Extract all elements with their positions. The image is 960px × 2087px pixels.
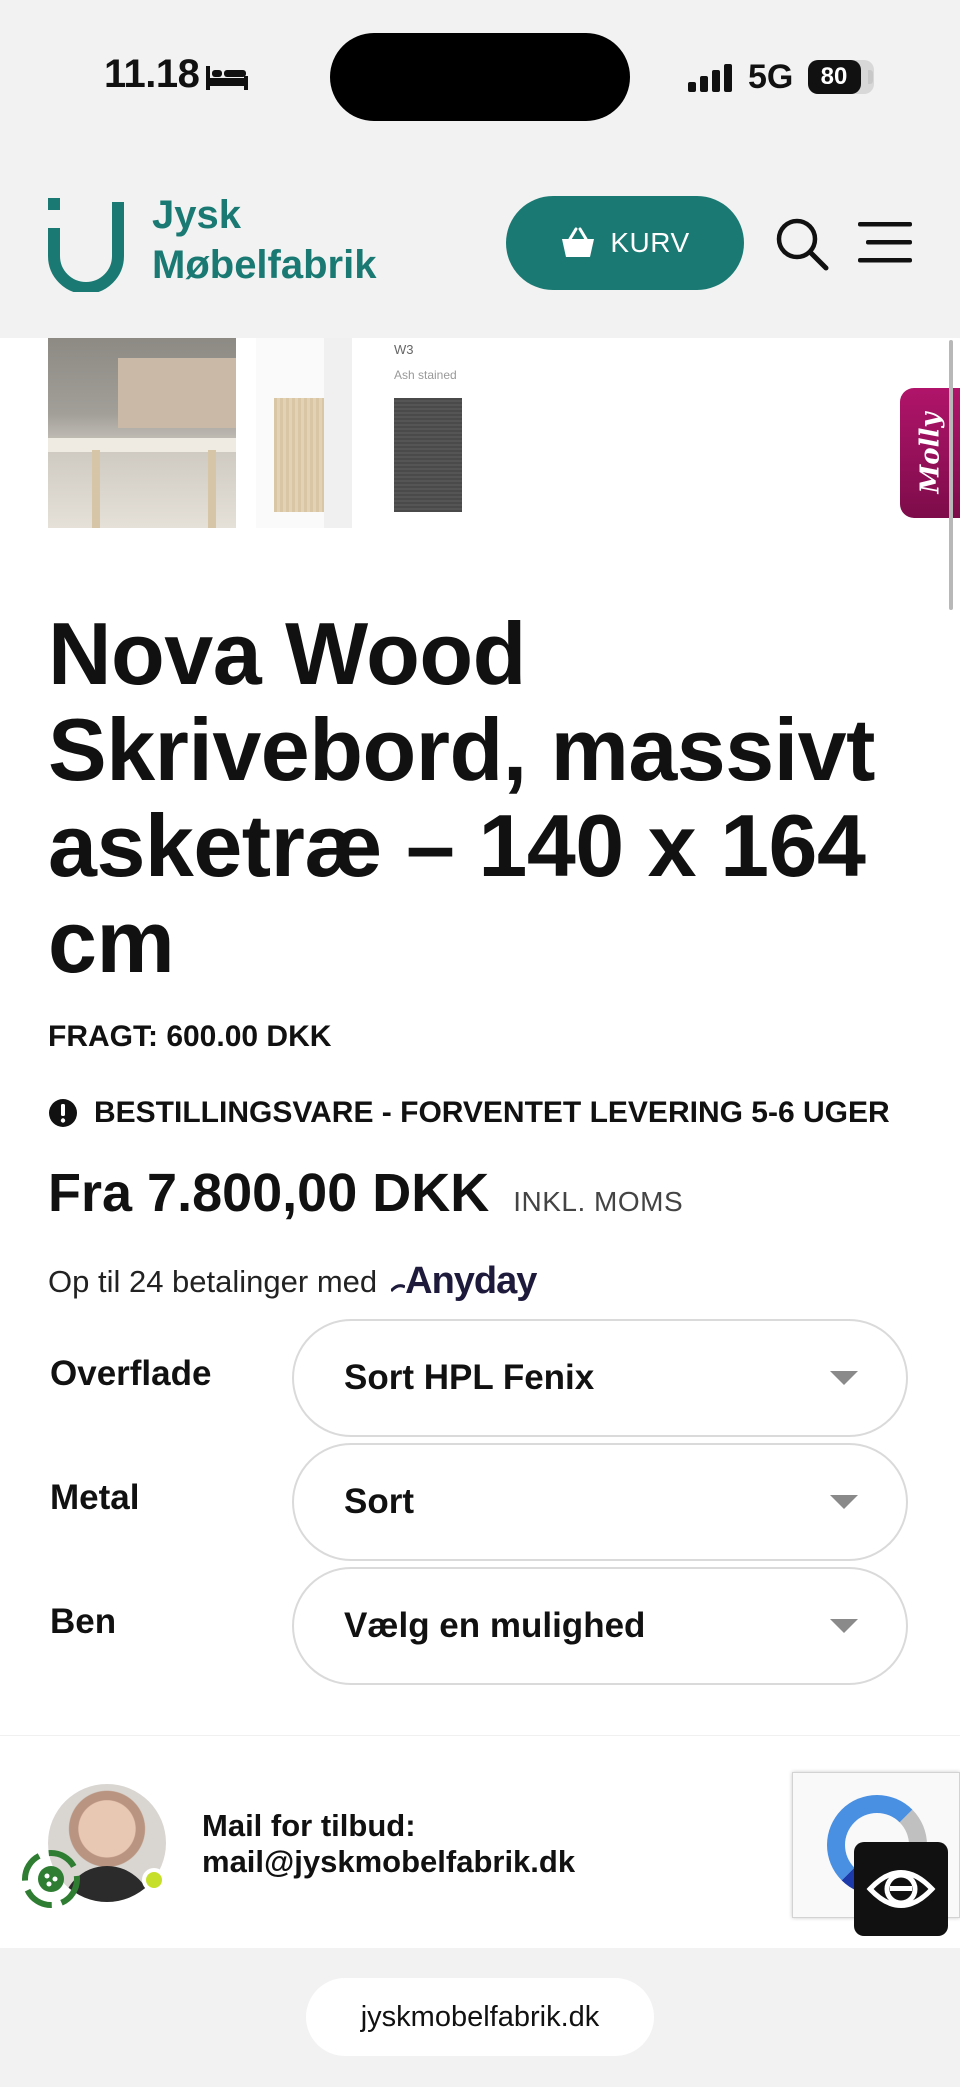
option-label-metal: Metal — [50, 1478, 140, 1517]
molly-label: Molly — [915, 412, 946, 494]
select-value: Vælg en mulighed — [344, 1606, 646, 1645]
logo-line-2: Møbelfabrik — [152, 243, 377, 287]
cellular-signal-icon — [688, 64, 732, 92]
address-bar[interactable]: jyskmobelfabrik.dk — [306, 1978, 654, 2056]
site-header: Jysk Møbelfabrik KURV — [0, 160, 960, 338]
status-bar: 11.18 5G 80 — [0, 0, 960, 160]
thumb-desk-leg — [208, 450, 216, 528]
gallery-thumb-desk-photo[interactable] — [48, 338, 236, 528]
contact-bar: Mail for tilbud: mail@jyskmobelfabrik.dk — [0, 1735, 960, 1948]
thumb-privacy-screen — [118, 358, 236, 428]
scrollbar-thumb[interactable] — [949, 340, 953, 610]
hamburger-menu-icon[interactable] — [858, 220, 914, 266]
swatch-caption: W3 — [394, 342, 414, 357]
cart-label: KURV — [610, 227, 690, 258]
thumb-edge — [324, 338, 352, 528]
dark-swatch — [394, 398, 462, 512]
chevron-down-icon — [830, 1495, 858, 1509]
sleep-focus-icon — [206, 66, 248, 90]
order-notice: BESTILLINGSVARE - FORVENTET LEVERING 5-6… — [48, 1096, 890, 1130]
anyday-brand: Anyday — [405, 1260, 537, 1302]
swatch-subcaption: Ash stained — [394, 368, 457, 382]
contact-email-link[interactable]: mail@jyskmobelfabrik.dk — [202, 1844, 575, 1880]
vat-note: INKL. MOMS — [513, 1186, 684, 1217]
status-time: 11.18 — [104, 52, 200, 96]
eco-badge-icon[interactable] — [18, 1846, 84, 1912]
search-icon[interactable] — [774, 216, 830, 272]
anyday-logo: Anyday — [390, 1260, 537, 1303]
product-content: W3 Ash stained Nova Wood Skrivebord, mas… — [0, 338, 960, 1735]
network-type: 5G — [748, 58, 794, 96]
thumb-desk-leg — [92, 450, 100, 528]
installments-text: Op til 24 betalinger med — [48, 1263, 378, 1299]
dynamic-island — [330, 33, 630, 121]
battery-icon: 80 — [808, 60, 874, 94]
select-value: Sort HPL Fenix — [344, 1358, 595, 1397]
gallery-thumb-ash-swatch[interactable] — [256, 338, 352, 528]
chevron-down-icon — [830, 1371, 858, 1385]
battery-percent: 80 — [820, 63, 848, 90]
option-label-overflade: Overflade — [50, 1354, 212, 1393]
online-status-dot — [142, 1868, 166, 1892]
exclamation-circle-icon — [49, 1099, 77, 1127]
price-row: Fra 7.800,00 DKK INKL. MOMS — [48, 1162, 683, 1224]
product-title: Nova Wood Skrivebord, massivt asketræ – … — [48, 604, 875, 991]
eye-icon — [866, 1870, 936, 1908]
battery-tip — [868, 70, 873, 84]
order-notice-text: BESTILLINGSVARE - FORVENTET LEVERING 5-6… — [94, 1096, 890, 1129]
option-label-ben: Ben — [50, 1602, 117, 1641]
gallery-thumb-stained-swatch[interactable]: W3 Ash stained — [380, 338, 476, 528]
logo-line-1: Jysk — [152, 193, 241, 237]
select-ben[interactable]: Vælg en mulighed — [292, 1567, 908, 1685]
select-value: Sort — [344, 1482, 414, 1521]
anyday-swoosh-icon — [390, 1284, 406, 1293]
logo-wordmark[interactable]: Jysk Møbelfabrik — [152, 190, 376, 290]
select-metal[interactable]: Sort — [292, 1443, 908, 1561]
basket-icon — [562, 227, 595, 257]
select-overflade[interactable]: Sort HPL Fenix — [292, 1319, 908, 1437]
contact-label: Mail for tilbud: — [202, 1808, 416, 1843]
cart-button[interactable]: KURV — [506, 196, 744, 290]
chevron-down-icon — [830, 1619, 858, 1633]
browser-bottom-bar: jyskmobelfabrik.dk — [0, 1948, 960, 2087]
logo-mark-icon[interactable] — [48, 198, 124, 292]
accessibility-button[interactable] — [854, 1842, 948, 1936]
installments-row[interactable]: Op til 24 betalinger med Anyday — [48, 1260, 537, 1303]
product-price: Fra 7.800,00 DKK — [48, 1163, 490, 1223]
freight-cost: FRAGT: 600.00 DKK — [48, 1020, 332, 1053]
